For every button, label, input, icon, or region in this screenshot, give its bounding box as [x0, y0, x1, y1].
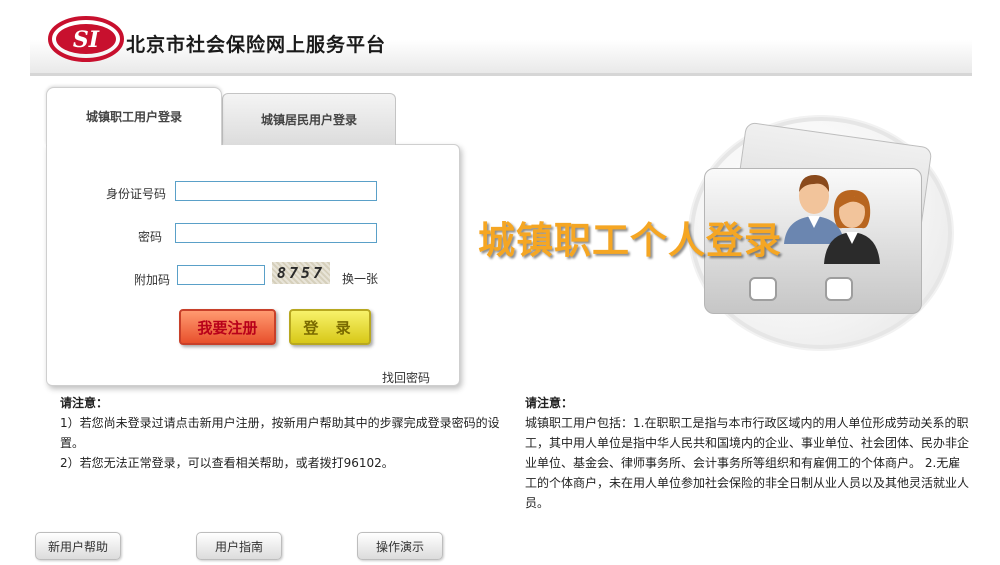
people-icon — [784, 174, 880, 264]
notice-right-body: 城镇职工用户包括：1.在职职工是指与本市行政区域内的用人单位形成劳动关系的职工，… — [525, 416, 970, 510]
login-button[interactable]: 登 录 — [289, 309, 371, 345]
new-user-help-button[interactable]: 新用户帮助 — [35, 532, 121, 560]
social-insurance-logo-icon: SI — [48, 16, 124, 62]
promo-heading: 城镇职工个人登录 — [478, 219, 782, 262]
card-slot-right — [825, 277, 853, 301]
page-header: SI 北京市社会保险网上服务平台 — [30, 0, 972, 76]
notice-left: 请注意： 1）若您尚未登录过请点击新用户注册，按新用户帮助其中的步骤完成登录密码… — [60, 393, 510, 473]
id-number-label: 身份证号码 — [105, 187, 166, 201]
forgot-password-link[interactable]: 找回密码 — [382, 369, 430, 386]
svg-text:SI: SI — [73, 27, 100, 53]
id-number-input[interactable] — [175, 181, 377, 201]
refresh-captcha-link[interactable]: 换一张 — [342, 270, 378, 287]
password-label: 密码 — [137, 230, 162, 244]
tab-resident-login[interactable]: 城镇居民用户登录 — [222, 93, 396, 145]
register-button[interactable]: 我要注册 — [179, 309, 276, 345]
captcha-input[interactable] — [177, 265, 265, 285]
notice-left-line1: 1）若您尚未登录过请点击新用户注册，按新用户帮助其中的步骤完成登录密码的设置。 — [60, 416, 500, 450]
password-input[interactable] — [175, 223, 377, 243]
captcha-label: 附加码 — [133, 273, 170, 287]
user-guide-button[interactable]: 用户指南 — [196, 532, 282, 560]
tab-connector — [47, 140, 221, 148]
notice-right: 请注意： 城镇职工用户包括：1.在职职工是指与本市行政区域内的用人单位形成劳动关… — [525, 393, 970, 513]
card-slot-left — [749, 277, 777, 301]
notice-left-title: 请注意： — [60, 396, 109, 410]
notice-left-line2: 2）若您无法正常登录，可以查看相关帮助，或者拨打96102。 — [60, 456, 394, 470]
demo-button[interactable]: 操作演示 — [357, 532, 443, 560]
notice-right-title: 请注意： — [525, 396, 574, 410]
captcha-image: 8757 — [272, 262, 330, 284]
tab-employee-login[interactable]: 城镇职工用户登录 — [46, 87, 222, 145]
site-title: 北京市社会保险网上服务平台 — [126, 34, 387, 56]
